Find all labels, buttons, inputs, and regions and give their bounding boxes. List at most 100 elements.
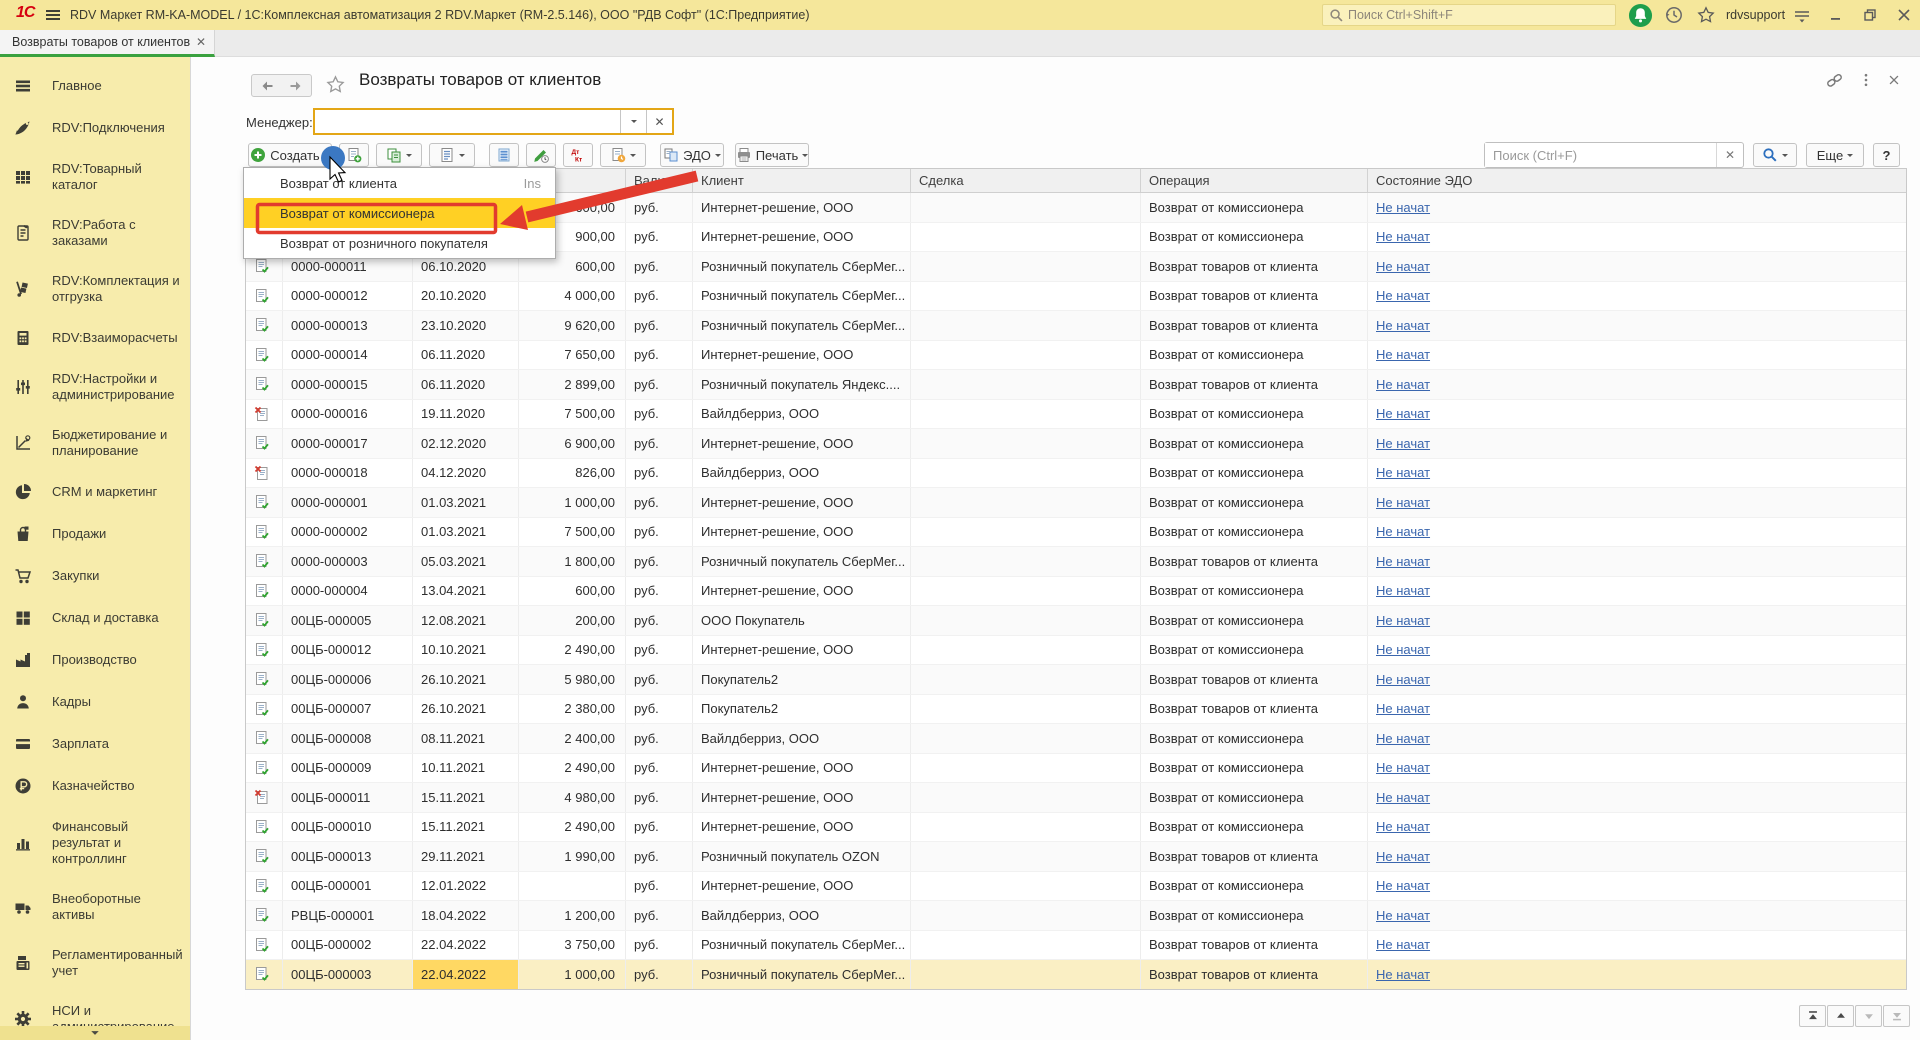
column-header-7[interactable]: Операция xyxy=(1141,169,1368,192)
sidebar-item-budgeting[interactable]: Бюджетирование и планирование xyxy=(0,415,190,471)
edo-status-link[interactable]: Не начат xyxy=(1376,908,1430,923)
sidebar-item-rdv-connections[interactable]: RDV:Подключения xyxy=(0,107,190,149)
tab-returns-from-customers[interactable]: Возвраты товаров от клиентов ✕ xyxy=(0,30,215,57)
table-row[interactable]: 00ЦБ-00000726.10.20212 380,00руб.Покупат… xyxy=(246,695,1906,725)
global-search-box[interactable] xyxy=(1322,4,1616,26)
table-row[interactable]: 0000-00001506.11.20202 899,00руб.Розничн… xyxy=(246,370,1906,400)
favorites-button[interactable] xyxy=(1694,3,1718,27)
go-to-bottom-button[interactable] xyxy=(1883,1005,1910,1027)
edo-status-link[interactable]: Не начат xyxy=(1376,524,1430,539)
document-actions-button[interactable] xyxy=(429,143,475,167)
edo-button[interactable]: ЭДО xyxy=(660,143,724,167)
edo-status-link[interactable]: Не начат xyxy=(1376,200,1430,215)
close-form-button[interactable] xyxy=(1883,69,1905,91)
go-to-top-button[interactable] xyxy=(1799,1005,1826,1027)
edo-status-link[interactable]: Не начат xyxy=(1376,377,1430,392)
table-row[interactable]: 00ЦБ-00001115.11.20214 980,00руб.Интерне… xyxy=(246,783,1906,813)
sidebar-item-rdv-shipping[interactable]: RDV:Комплектация и отгрузка xyxy=(0,261,190,317)
edo-status-link[interactable]: Не начат xyxy=(1376,672,1430,687)
column-header-5[interactable]: Клиент xyxy=(693,169,911,192)
current-user[interactable]: rdvsupport xyxy=(1726,0,1785,30)
menu-item[interactable]: Возврат от клиентаIns xyxy=(244,168,555,198)
sidebar-item-assets[interactable]: Внеоборотные активы xyxy=(0,879,190,935)
table-row[interactable]: 0000-00001619.11.20207 500,00руб.Вайлдбе… xyxy=(246,400,1906,430)
sidebar-item-main[interactable]: Главное xyxy=(0,65,190,107)
edo-status-link[interactable]: Не начат xyxy=(1376,701,1430,716)
create-new-document-button[interactable] xyxy=(339,143,369,167)
table-row[interactable]: 0000-00001323.10.20209 620,00руб.Розничн… xyxy=(246,311,1906,341)
dt-kt-postings-button[interactable]: ДтКт xyxy=(563,143,593,167)
edo-status-link[interactable]: Не начат xyxy=(1376,819,1430,834)
sidebar-item-regulated[interactable]: Регламентированный учет xyxy=(0,935,190,991)
table-row[interactable]: 00ЦБ-00001015.11.20212 490,00руб.Интерне… xyxy=(246,813,1906,843)
edo-status-link[interactable]: Не начат xyxy=(1376,436,1430,451)
manager-clear-button[interactable]: ✕ xyxy=(646,110,672,133)
page-down-button[interactable] xyxy=(1855,1005,1882,1027)
service-menu-button[interactable] xyxy=(1790,3,1814,27)
close-window-button[interactable] xyxy=(1892,3,1916,27)
table-row[interactable]: 00ЦБ-00000512.08.2021200,00руб.ООО Покуп… xyxy=(246,606,1906,636)
tab-close-icon[interactable]: ✕ xyxy=(196,35,206,49)
edo-status-link[interactable]: Не начат xyxy=(1376,937,1430,952)
table-row[interactable]: 00ЦБ-00000808.11.20212 400,00руб.Вайлдбе… xyxy=(246,724,1906,754)
favorite-star-icon[interactable] xyxy=(326,75,345,94)
edo-status-link[interactable]: Не начат xyxy=(1376,790,1430,805)
edo-status-link[interactable]: Не начат xyxy=(1376,406,1430,421)
sidebar-item-rdv-catalog[interactable]: RDV:Товарный каталог xyxy=(0,149,190,205)
print-button[interactable]: Печать xyxy=(735,143,809,167)
sidebar-item-salary[interactable]: Зарплата xyxy=(0,723,190,765)
column-header-8[interactable]: Состояние ЭДО xyxy=(1368,169,1906,192)
sidebar-item-warehouse[interactable]: Склад и доставка xyxy=(0,597,190,639)
table-row[interactable]: 0000-00000201.03.20217 500,00руб.Интерне… xyxy=(246,518,1906,548)
sidebar-item-rdv-settings[interactable]: RDV:Настройки и администрирование xyxy=(0,359,190,415)
table-row[interactable]: 0000-00000101.03.20211 000,00руб.Интерне… xyxy=(246,488,1906,518)
sidebar-item-sales[interactable]: Продажи xyxy=(0,513,190,555)
column-header-4[interactable]: Валюта xyxy=(626,169,693,192)
table-row[interactable]: 00ЦБ-00000222.04.20223 750,00руб.Розничн… xyxy=(246,931,1906,961)
edo-status-link[interactable]: Не начат xyxy=(1376,878,1430,893)
sidebar-item-rdv-orders[interactable]: RDV:Работа с заказами xyxy=(0,205,190,261)
table-row[interactable]: 00ЦБ-00000112.01.2022руб.Интернет-решени… xyxy=(246,872,1906,902)
edo-status-link[interactable]: Не начат xyxy=(1376,731,1430,746)
form-more-menu-button[interactable] xyxy=(1855,69,1877,91)
table-row[interactable]: 0000-00000305.03.20211 800,00руб.Розничн… xyxy=(246,547,1906,577)
more-actions-button[interactable]: Еще xyxy=(1806,143,1864,167)
table-row[interactable]: 0000-00000413.04.2021600,00руб.Интернет-… xyxy=(246,577,1906,607)
table-row[interactable]: 00ЦБ-00001210.10.20212 490,00руб.Интерне… xyxy=(246,636,1906,666)
minimize-button[interactable] xyxy=(1824,3,1848,27)
copy-document-button[interactable] xyxy=(376,143,422,167)
edo-status-link[interactable]: Не начат xyxy=(1376,465,1430,480)
sidebar-item-treasury[interactable]: Казначейство xyxy=(0,765,190,807)
restore-button[interactable] xyxy=(1858,3,1882,27)
list-search-input[interactable] xyxy=(1485,143,1716,167)
edo-status-link[interactable]: Не начат xyxy=(1376,849,1430,864)
edo-status-link[interactable]: Не начат xyxy=(1376,967,1430,982)
edo-status-link[interactable]: Не начат xyxy=(1376,259,1430,274)
menu-item[interactable]: Возврат от комиссионера xyxy=(244,198,555,228)
edo-status-link[interactable]: Не начат xyxy=(1376,613,1430,628)
table-row[interactable]: 00ЦБ-00000322.04.20221 000,00руб.Розничн… xyxy=(246,960,1906,990)
edo-status-link[interactable]: Не начат xyxy=(1376,760,1430,775)
sidebar-item-crm[interactable]: CRM и маркетинг xyxy=(0,471,190,513)
table-row[interactable]: 0000-00001220.10.20204 000,00руб.Розничн… xyxy=(246,282,1906,312)
table-row[interactable]: 0000-00001406.11.20207 650,00руб.Интерне… xyxy=(246,341,1906,371)
list-search-field[interactable]: ✕ xyxy=(1484,142,1744,168)
global-search-input[interactable] xyxy=(1344,8,1615,22)
sidebar-item-purchases[interactable]: Закупки xyxy=(0,555,190,597)
sidebar-scroll-down-button[interactable] xyxy=(0,1026,190,1040)
table-row[interactable]: 00ЦБ-00001329.11.20211 990,00руб.Розничн… xyxy=(246,842,1906,872)
table-row[interactable]: 00ЦБ-00000910.11.20212 490,00руб.Интерне… xyxy=(246,754,1906,784)
help-button[interactable]: ? xyxy=(1873,143,1900,167)
menu-item[interactable]: Возврат от розничного покупателя xyxy=(244,228,555,258)
table-row[interactable]: 0000-00001804.12.2020826,00руб.Вайлдберр… xyxy=(246,459,1906,489)
manager-filter-input[interactable] xyxy=(315,110,620,133)
table-row[interactable]: 00ЦБ-00000626.10.20215 980,00руб.Покупат… xyxy=(246,665,1906,695)
edo-status-link[interactable]: Не начат xyxy=(1376,288,1430,303)
create-based-on-button[interactable] xyxy=(600,143,646,167)
edo-status-link[interactable]: Не начат xyxy=(1376,229,1430,244)
forward-button[interactable] xyxy=(281,74,312,97)
history-button[interactable] xyxy=(1662,3,1686,27)
advanced-search-button[interactable] xyxy=(1753,143,1797,167)
post-document-button[interactable] xyxy=(526,143,556,167)
manager-dropdown-button[interactable] xyxy=(620,110,646,133)
